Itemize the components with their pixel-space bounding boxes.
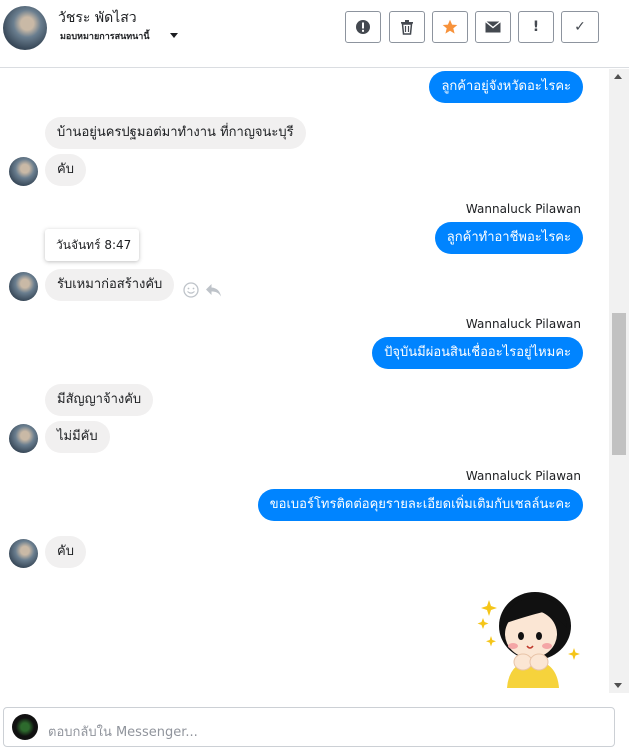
- contact-avatar-small[interactable]: [9, 272, 38, 301]
- message-bubble-outgoing[interactable]: ปัจุบันมีผ่อนสินเชื่ออะไรอยู่ไหมคะ: [372, 337, 583, 369]
- sender-name: Wannaluck Pilawan: [465, 202, 581, 216]
- sender-name: Wannaluck Pilawan: [465, 469, 581, 483]
- message-bubble-incoming[interactable]: มีสัญญาจ้างคับ: [45, 384, 154, 416]
- contact-name[interactable]: วัชระ พัดไสว: [58, 7, 137, 29]
- scroll-down-icon[interactable]: [614, 683, 622, 688]
- contact-avatar-small[interactable]: [9, 539, 38, 568]
- girl-sticker-icon[interactable]: [477, 588, 581, 688]
- scroll-up-icon[interactable]: [614, 74, 622, 79]
- chat-scrollbar[interactable]: [609, 69, 629, 693]
- delete-button[interactable]: [389, 11, 425, 43]
- message-bubble-incoming[interactable]: คับ: [45, 536, 86, 568]
- message-bubble-incoming[interactable]: บ้านอยู่นครปฐมอต่มาทำงาน ที่กาญจนะบุรี: [45, 117, 306, 149]
- star-button[interactable]: [432, 11, 468, 43]
- chevron-down-icon[interactable]: [170, 33, 178, 38]
- follow-up-button[interactable]: !: [518, 11, 554, 43]
- alert-circle-icon: [356, 20, 370, 34]
- reply-input[interactable]: ตอบกลับใน Messenger...: [48, 721, 198, 742]
- conversation-header: วัชระ พัดไสว มอบหมายการสนทนานี้ ! ✓: [0, 0, 629, 68]
- timestamp-tooltip: วันจันทร์ 8:47: [45, 229, 139, 261]
- trash-icon: [401, 20, 413, 35]
- message-bubble-incoming[interactable]: คับ: [45, 154, 86, 186]
- reply-icon[interactable]: [205, 282, 222, 298]
- contact-avatar-small[interactable]: [9, 424, 38, 453]
- message-bubble-incoming[interactable]: ไม่มีคับ: [45, 421, 110, 453]
- message-bubble-outgoing[interactable]: ลูกค้าทำอาชีพอะไรคะ: [434, 222, 583, 254]
- contact-avatar-small[interactable]: [9, 157, 38, 186]
- message-bubble-incoming[interactable]: รับเหมาก่อสร้างคับ: [45, 269, 175, 301]
- mark-spam-button[interactable]: [345, 11, 381, 43]
- exclamation-icon: !: [532, 19, 540, 35]
- sender-name: Wannaluck Pilawan: [465, 317, 581, 331]
- mark-unread-button[interactable]: [475, 11, 511, 43]
- page-avatar: [12, 714, 38, 740]
- envelope-icon: [485, 21, 501, 33]
- assign-conversation-label[interactable]: มอบหมายการสนทนานี้: [60, 29, 150, 43]
- check-icon: ✓: [574, 19, 586, 35]
- reply-composer[interactable]: ตอบกลับใน Messenger...: [3, 707, 615, 747]
- contact-avatar[interactable]: [3, 6, 47, 50]
- message-bubble-outgoing[interactable]: ลูกค้าอยู่จังหวัดอะไรคะ: [429, 71, 583, 103]
- mark-done-button[interactable]: ✓: [561, 11, 599, 43]
- react-smile-icon[interactable]: [183, 282, 199, 298]
- star-icon: [442, 19, 458, 34]
- message-bubble-outgoing[interactable]: ขอเบอร์โทรติดต่อคุยรายละเอียดเพิ่มเติมกั…: [257, 489, 583, 521]
- scroll-thumb[interactable]: [612, 313, 626, 455]
